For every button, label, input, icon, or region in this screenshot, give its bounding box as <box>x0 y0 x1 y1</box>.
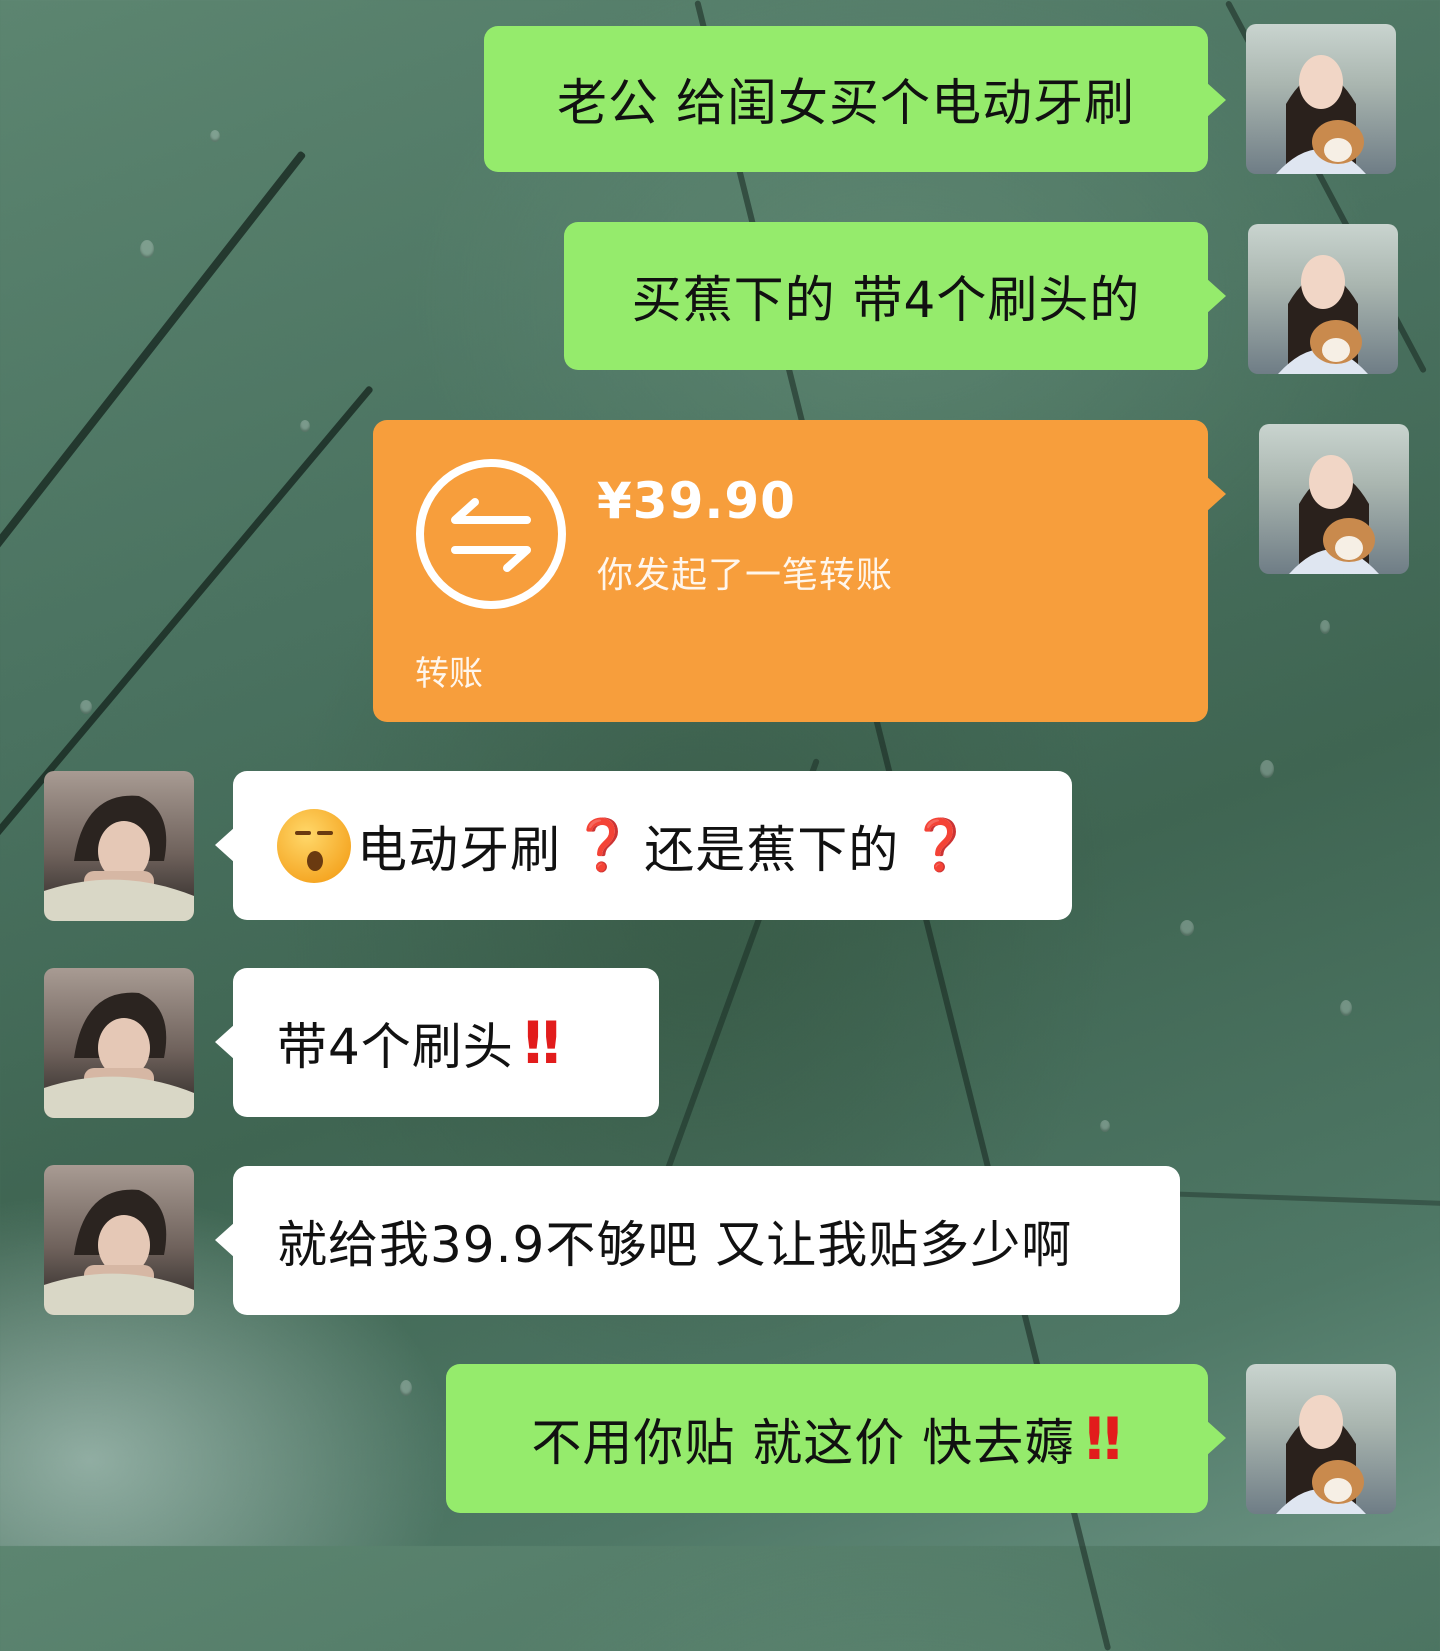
sent-message-bubble[interactable]: 不用你贴 就这价 快去薅 ‼ <box>446 1364 1226 1513</box>
message-text: 不用你贴 就这价 快去薅 <box>531 1413 1076 1472</box>
double-exclamation-icon: ‼ <box>1085 1404 1123 1473</box>
self-avatar[interactable] <box>1246 1364 1396 1514</box>
message-row-7: 不用你贴 就这价 快去薅 ‼ <box>0 0 1440 1546</box>
